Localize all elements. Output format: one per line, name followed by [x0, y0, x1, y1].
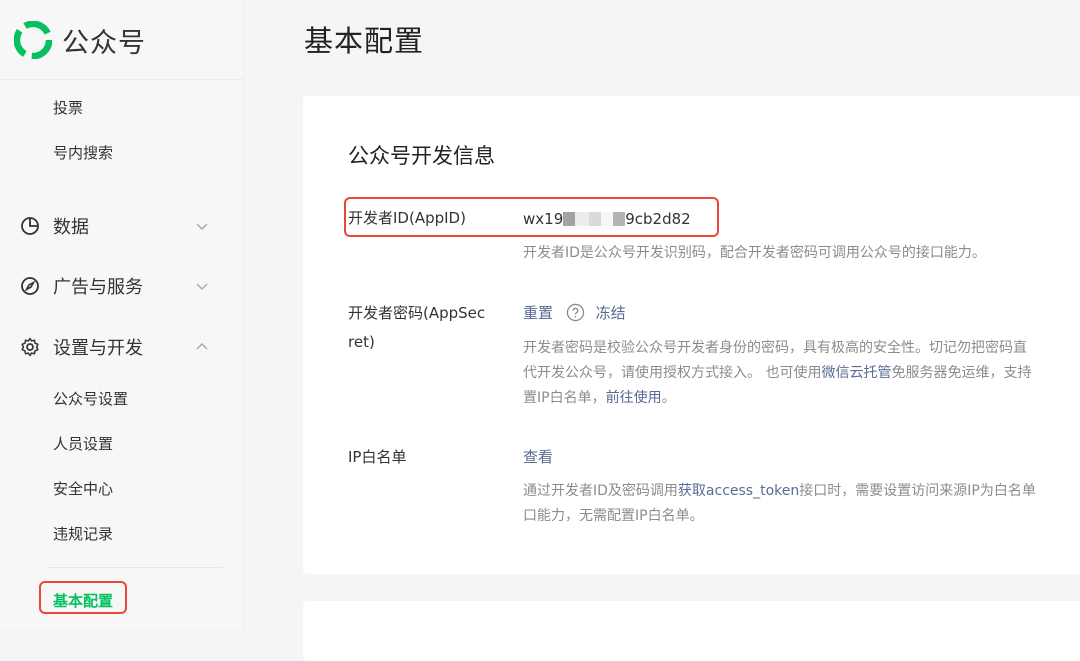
sidebar-group-data[interactable]: 数据 [20, 211, 210, 241]
access-token-link[interactable]: 获取access_token [678, 483, 799, 499]
sidebar-item-security[interactable]: 安全中心 [53, 478, 113, 500]
pie-chart-icon [20, 216, 40, 236]
description-text: 免服务器免运维，支持 [891, 365, 1032, 381]
sidebar-group-label: 广告与服务 [53, 277, 143, 298]
chevron-down-icon [196, 283, 208, 291]
reset-button[interactable]: 重置 [523, 304, 553, 322]
appid-value[interactable]: wx19 9cb2d82 [523, 208, 691, 230]
wechat-cloud-hosting-link[interactable]: 微信云托管 [821, 365, 891, 381]
sidebar-item-search[interactable]: 号内搜索 [53, 142, 113, 164]
view-button[interactable]: 查看 [523, 448, 553, 466]
sidebar-item-staff-settings[interactable]: 人员设置 [53, 433, 113, 455]
appid-value-suffix: 9cb2d82 [625, 210, 691, 228]
divider [0, 79, 244, 80]
chevron-up-icon [196, 342, 208, 350]
divider [48, 567, 223, 568]
section-title: 公众号开发信息 [348, 144, 495, 168]
main-content: 基本配置 公众号开发信息 开发者ID(AppID) wx19 9cb2d82 开发… [244, 0, 1080, 661]
redacted-mask [563, 212, 626, 226]
appsecret-actions: 重置 冻结 [523, 302, 626, 324]
sidebar-item-account-settings[interactable]: 公众号设置 [53, 388, 128, 410]
appid-label: 开发者ID(AppID) [348, 209, 466, 227]
description-text: 代开发公众号，请使用授权方式接入。 也可使用 [523, 365, 822, 381]
sidebar-group-label: 数据 [53, 217, 89, 238]
appsecret-description: 开发者密码是校验公众号开发者身份的密码，具有极高的安全性。切记勿把密码直 代开发… [523, 336, 1080, 411]
description-line: 代开发公众号，请使用授权方式接入。 也可使用微信云托管免服务器免运维，支持 [523, 361, 1080, 386]
description-line: 开发者密码是校验公众号开发者身份的密码，具有极高的安全性。切记勿把密码直 [523, 340, 1027, 356]
sidebar-group-settings-dev[interactable]: 设置与开发 [20, 332, 210, 362]
sidebar-item-basic-config[interactable]: 基本配置 [53, 590, 113, 612]
description-line: 置IP白名单，前往使用。 [523, 386, 1080, 411]
description-text: 通过开发者ID及密码调用 [523, 483, 678, 499]
page-title: 基本配置 [304, 24, 425, 58]
sidebar-item-violations[interactable]: 违规记录 [53, 523, 113, 545]
ip-whitelist-actions: 查看 [523, 446, 553, 468]
description-text: 。 [661, 390, 676, 406]
ip-whitelist-description: 通过开发者ID及密码调用获取access_token接口时，需要设置访问来源IP… [523, 479, 1080, 529]
description-text: 接口时，需要设置访问来源IP为白名单 [799, 483, 1036, 499]
sidebar-group-ads-services[interactable]: 广告与服务 [20, 271, 210, 301]
brand-name: 公众号 [62, 27, 146, 59]
gear-icon [20, 337, 40, 357]
sidebar-group-label: 设置与开发 [53, 338, 143, 359]
ip-whitelist-label: IP白名单 [348, 448, 407, 466]
chevron-down-icon [196, 223, 208, 231]
brand-logo[interactable]: 公众号 [14, 20, 146, 60]
wechat-official-account-logo-icon [14, 21, 52, 59]
appsecret-label-line: ret) [348, 333, 375, 351]
appid-value-prefix: wx19 [523, 210, 564, 228]
compass-icon [20, 276, 40, 296]
sidebar-item-vote[interactable]: 投票 [53, 97, 83, 119]
go-use-link[interactable]: 前往使用 [606, 390, 662, 406]
freeze-button[interactable]: 冻结 [596, 304, 626, 322]
appsecret-label: 开发者密码(AppSec ret) [348, 301, 485, 355]
description-line: 通过开发者ID及密码调用获取access_token接口时，需要设置访问来源IP… [523, 479, 1080, 504]
description-text: 置IP白名单， [523, 390, 606, 406]
description-line: 口能力，无需配置IP白名单。 [523, 508, 704, 524]
appsecret-label-line: 开发者密码(AppSec [348, 304, 486, 322]
help-icon[interactable] [566, 303, 585, 322]
appid-description: 开发者ID是公众号开发识别码，配合开发者密码可调用公众号的接口能力。 [523, 245, 986, 261]
sidebar: 公众号 投票 号内搜索 数据 广告与服务 设置与开发 公众号设置 人员设置 安全… [0, 0, 244, 629]
dev-info-card: 公众号开发信息 开发者ID(AppID) wx19 9cb2d82 开发者ID是公… [303, 96, 1080, 574]
next-card [303, 601, 1080, 661]
